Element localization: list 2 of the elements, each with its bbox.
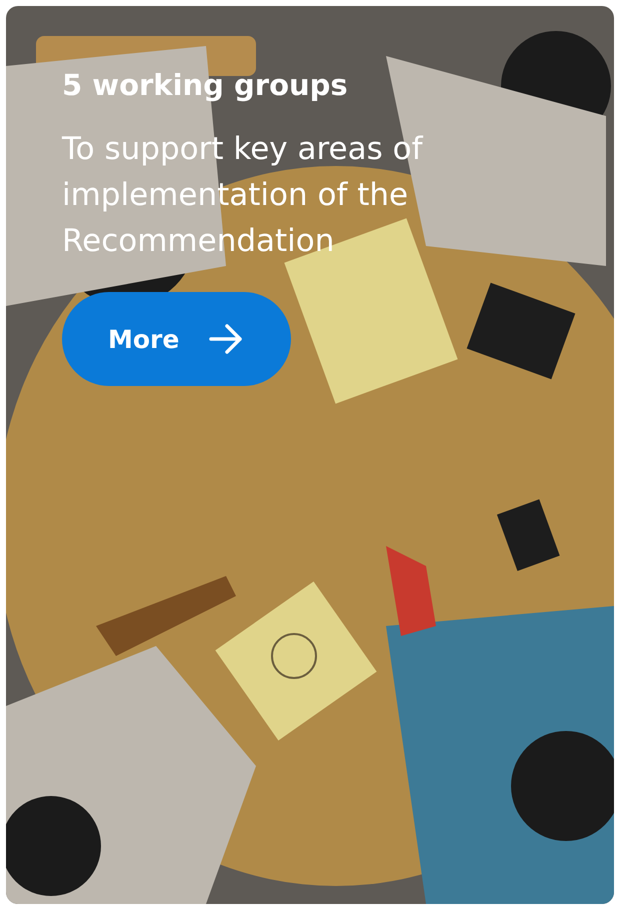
arrow-right-icon [209,324,244,354]
more-button[interactable]: More [62,292,292,386]
